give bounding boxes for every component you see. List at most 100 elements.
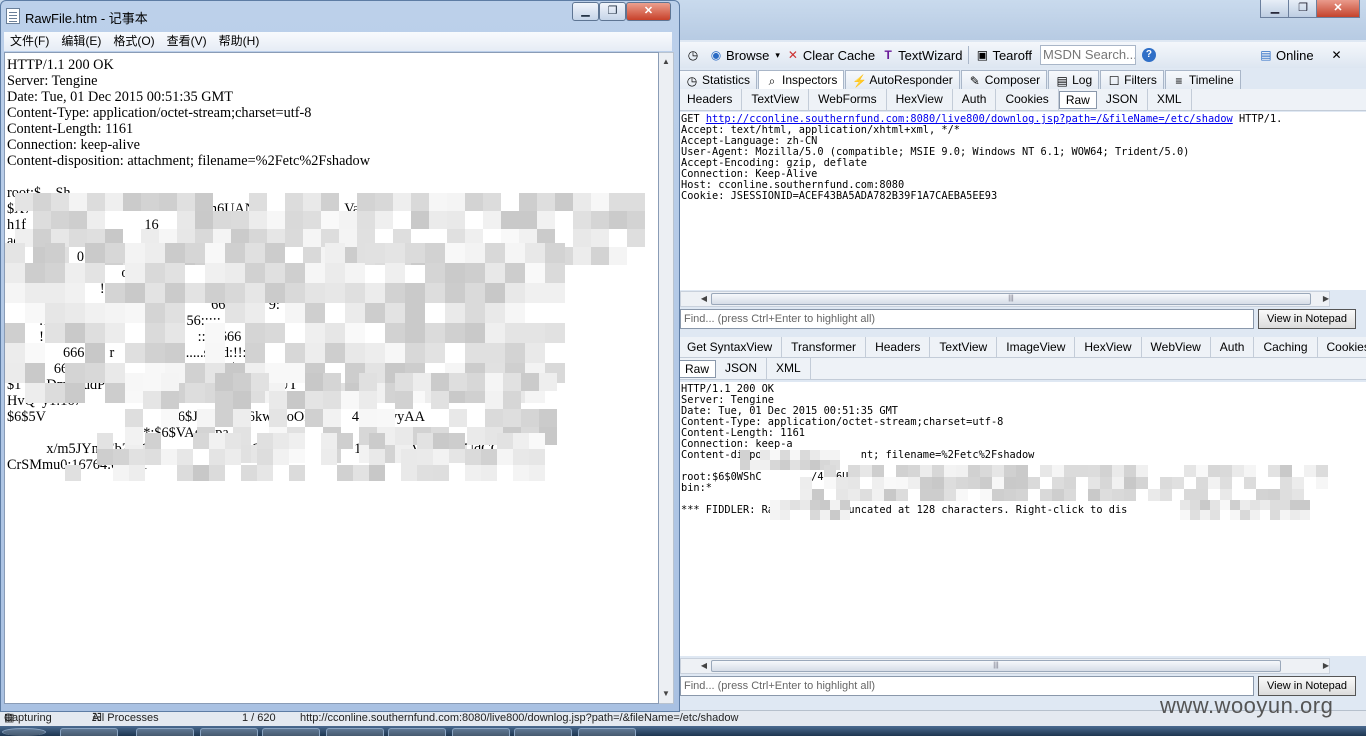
- resp-tab-webview[interactable]: WebView: [1142, 337, 1211, 357]
- req-tab-json[interactable]: JSON: [1097, 89, 1148, 110]
- mosaic-block: [529, 465, 545, 481]
- msdn-search-input[interactable]: MSDN Search...: [1039, 45, 1136, 65]
- request-find-input[interactable]: Find... (press Ctrl+Enter to highlight a…: [680, 309, 1254, 329]
- taskbar-app[interactable]: [136, 728, 194, 736]
- tearoff-icon: ▣: [976, 48, 989, 62]
- dropdown-arrow-icon[interactable]: ▾: [775, 50, 780, 61]
- mosaic-block: [609, 193, 627, 211]
- tab-filters[interactable]: ☐ Filters: [1100, 70, 1164, 90]
- response-horizontal-scrollbar[interactable]: ◀ ||| ▶: [680, 658, 1330, 674]
- resp-tab-syntaxview[interactable]: Get SyntaxView: [678, 337, 783, 357]
- scroll-thumb[interactable]: |||: [711, 660, 1281, 672]
- resp-tab-headers[interactable]: Headers: [866, 337, 931, 357]
- fiddler-minimize-button[interactable]: ▁: [1260, 0, 1290, 18]
- resp-tab-json[interactable]: JSON: [716, 358, 768, 379]
- help-icon[interactable]: ?: [1141, 48, 1159, 62]
- mosaic-block: [555, 193, 573, 211]
- scroll-down-icon[interactable]: ▼: [659, 687, 673, 701]
- mosaic-block: [627, 229, 645, 247]
- timeline-icon: ≡: [1175, 73, 1183, 88]
- taskbar-app[interactable]: [452, 728, 510, 736]
- tab-statistics[interactable]: ◷ Statistics: [678, 70, 758, 90]
- mosaic-block: [545, 323, 565, 343]
- close-toolbar-icon[interactable]: ✕: [1332, 48, 1342, 62]
- resp-tab-cookies[interactable]: Cookies: [1318, 337, 1366, 357]
- scroll-thumb[interactable]: |||: [711, 293, 1311, 305]
- notepad-menu-bar: 文件(F) 编辑(E) 格式(O) 查看(V) 帮助(H): [4, 32, 672, 51]
- scroll-up-icon[interactable]: ▲: [659, 55, 673, 69]
- tearoff-button[interactable]: ▣ Tearoff: [975, 48, 1032, 63]
- resp-tab-imageview[interactable]: ImageView: [997, 337, 1076, 357]
- scroll-right-icon[interactable]: ▶: [1319, 292, 1333, 306]
- tab-composer[interactable]: ✎ Composer: [960, 70, 1048, 90]
- fiddler-close-button[interactable]: ✕: [1316, 0, 1360, 18]
- mosaic-block: [537, 211, 555, 229]
- req-tab-hexview[interactable]: HexView: [887, 89, 953, 110]
- notepad-close-button[interactable]: ✕: [626, 2, 671, 21]
- composer-icon: ✎: [969, 73, 980, 88]
- request-raw-view[interactable]: GET http://cconline.southernfund.com:808…: [680, 112, 1366, 290]
- req-tab-cookies[interactable]: Cookies: [996, 89, 1059, 110]
- response-raw-view[interactable]: HTTP/1.1 200 OK Server: Tengine Date: Tu…: [680, 382, 1366, 656]
- mosaic-block: [555, 247, 573, 265]
- req-tab-textview[interactable]: TextView: [742, 89, 810, 110]
- resp-tab-auth[interactable]: Auth: [1211, 337, 1255, 357]
- resp-tab-hexview[interactable]: HexView: [1075, 337, 1142, 357]
- tab-autoresponder[interactable]: ⚡ AutoResponder: [845, 70, 960, 90]
- menu-format[interactable]: 格式(O): [107, 32, 160, 51]
- mosaic-block: [545, 243, 565, 263]
- notepad-text-area[interactable]: HTTP/1.1 200 OK Server: Tengine Date: Tu…: [4, 52, 659, 704]
- tab-inspectors[interactable]: ⌕ Inspectors: [758, 70, 845, 90]
- tab-timeline[interactable]: ≡ Timeline: [1164, 70, 1241, 90]
- statistics-icon: ◷: [686, 73, 698, 88]
- resp-tab-transformer[interactable]: Transformer: [782, 337, 867, 357]
- response-inspector-tabs: Get SyntaxView Transformer Headers TextV…: [678, 337, 1366, 358]
- fiddler-maximize-button[interactable]: ❐: [1288, 0, 1318, 18]
- taskbar-app[interactable]: [514, 728, 572, 736]
- request-view-in-notepad-button[interactable]: View in Notepad: [1258, 309, 1356, 329]
- req-tab-headers[interactable]: Headers: [678, 89, 743, 110]
- taskbar-app[interactable]: [60, 728, 118, 736]
- req-tab-xml[interactable]: XML: [1148, 89, 1192, 110]
- taskbar-app[interactable]: [388, 728, 446, 736]
- notepad-maximize-button[interactable]: ❐: [599, 2, 626, 21]
- mosaic-block: [545, 263, 565, 283]
- notepad-minimize-button[interactable]: ▁: [572, 2, 599, 21]
- mosaic-block: [537, 247, 555, 265]
- mosaic-block: [539, 427, 557, 445]
- watermark: www.wooyun.org: [1160, 693, 1334, 718]
- resp-tab-caching[interactable]: Caching: [1254, 337, 1318, 357]
- notepad-vertical-scrollbar[interactable]: ▲ ▼: [659, 52, 674, 704]
- mosaic-block: [591, 193, 609, 211]
- tab-log[interactable]: ▤ Log: [1048, 70, 1100, 90]
- taskbar-app[interactable]: [262, 728, 320, 736]
- status-url: http://cconline.southernfund.com:8080/li…: [300, 712, 739, 724]
- resp-tab-raw[interactable]: Raw: [678, 360, 717, 378]
- req-tab-auth[interactable]: Auth: [953, 89, 997, 110]
- mosaic-block: [591, 247, 609, 265]
- online-indicator[interactable]: ▤ Online: [1259, 48, 1313, 63]
- request-horizontal-scrollbar[interactable]: ◀ ||| ▶: [680, 291, 1330, 307]
- timer-icon[interactable]: ◷: [686, 48, 703, 62]
- menu-edit[interactable]: 编辑(E): [55, 32, 107, 51]
- browse-button[interactable]: ◉ Browse ▾: [709, 48, 780, 63]
- scroll-left-icon[interactable]: ◀: [697, 659, 711, 673]
- req-tab-raw[interactable]: Raw: [1058, 91, 1097, 109]
- textwizard-button[interactable]: T TextWizard: [881, 48, 962, 63]
- globe-icon: ◉: [710, 48, 722, 62]
- clear-cache-button[interactable]: ✕ Clear Cache: [786, 48, 875, 63]
- start-button[interactable]: [2, 728, 46, 736]
- scroll-left-icon[interactable]: ◀: [697, 292, 711, 306]
- scroll-right-icon[interactable]: ▶: [1319, 659, 1333, 673]
- textwizard-icon: T: [884, 48, 892, 62]
- log-icon: ▤: [1056, 73, 1068, 88]
- taskbar-app[interactable]: [326, 728, 384, 736]
- menu-help[interactable]: 帮助(H): [213, 32, 266, 51]
- req-tab-webforms[interactable]: WebForms: [809, 89, 887, 110]
- taskbar-app[interactable]: [578, 728, 636, 736]
- menu-file[interactable]: 文件(F): [4, 32, 55, 51]
- taskbar-app[interactable]: [200, 728, 258, 736]
- resp-tab-textview[interactable]: TextView: [930, 337, 998, 357]
- resp-tab-xml[interactable]: XML: [767, 358, 811, 379]
- menu-view[interactable]: 查看(V): [161, 32, 213, 51]
